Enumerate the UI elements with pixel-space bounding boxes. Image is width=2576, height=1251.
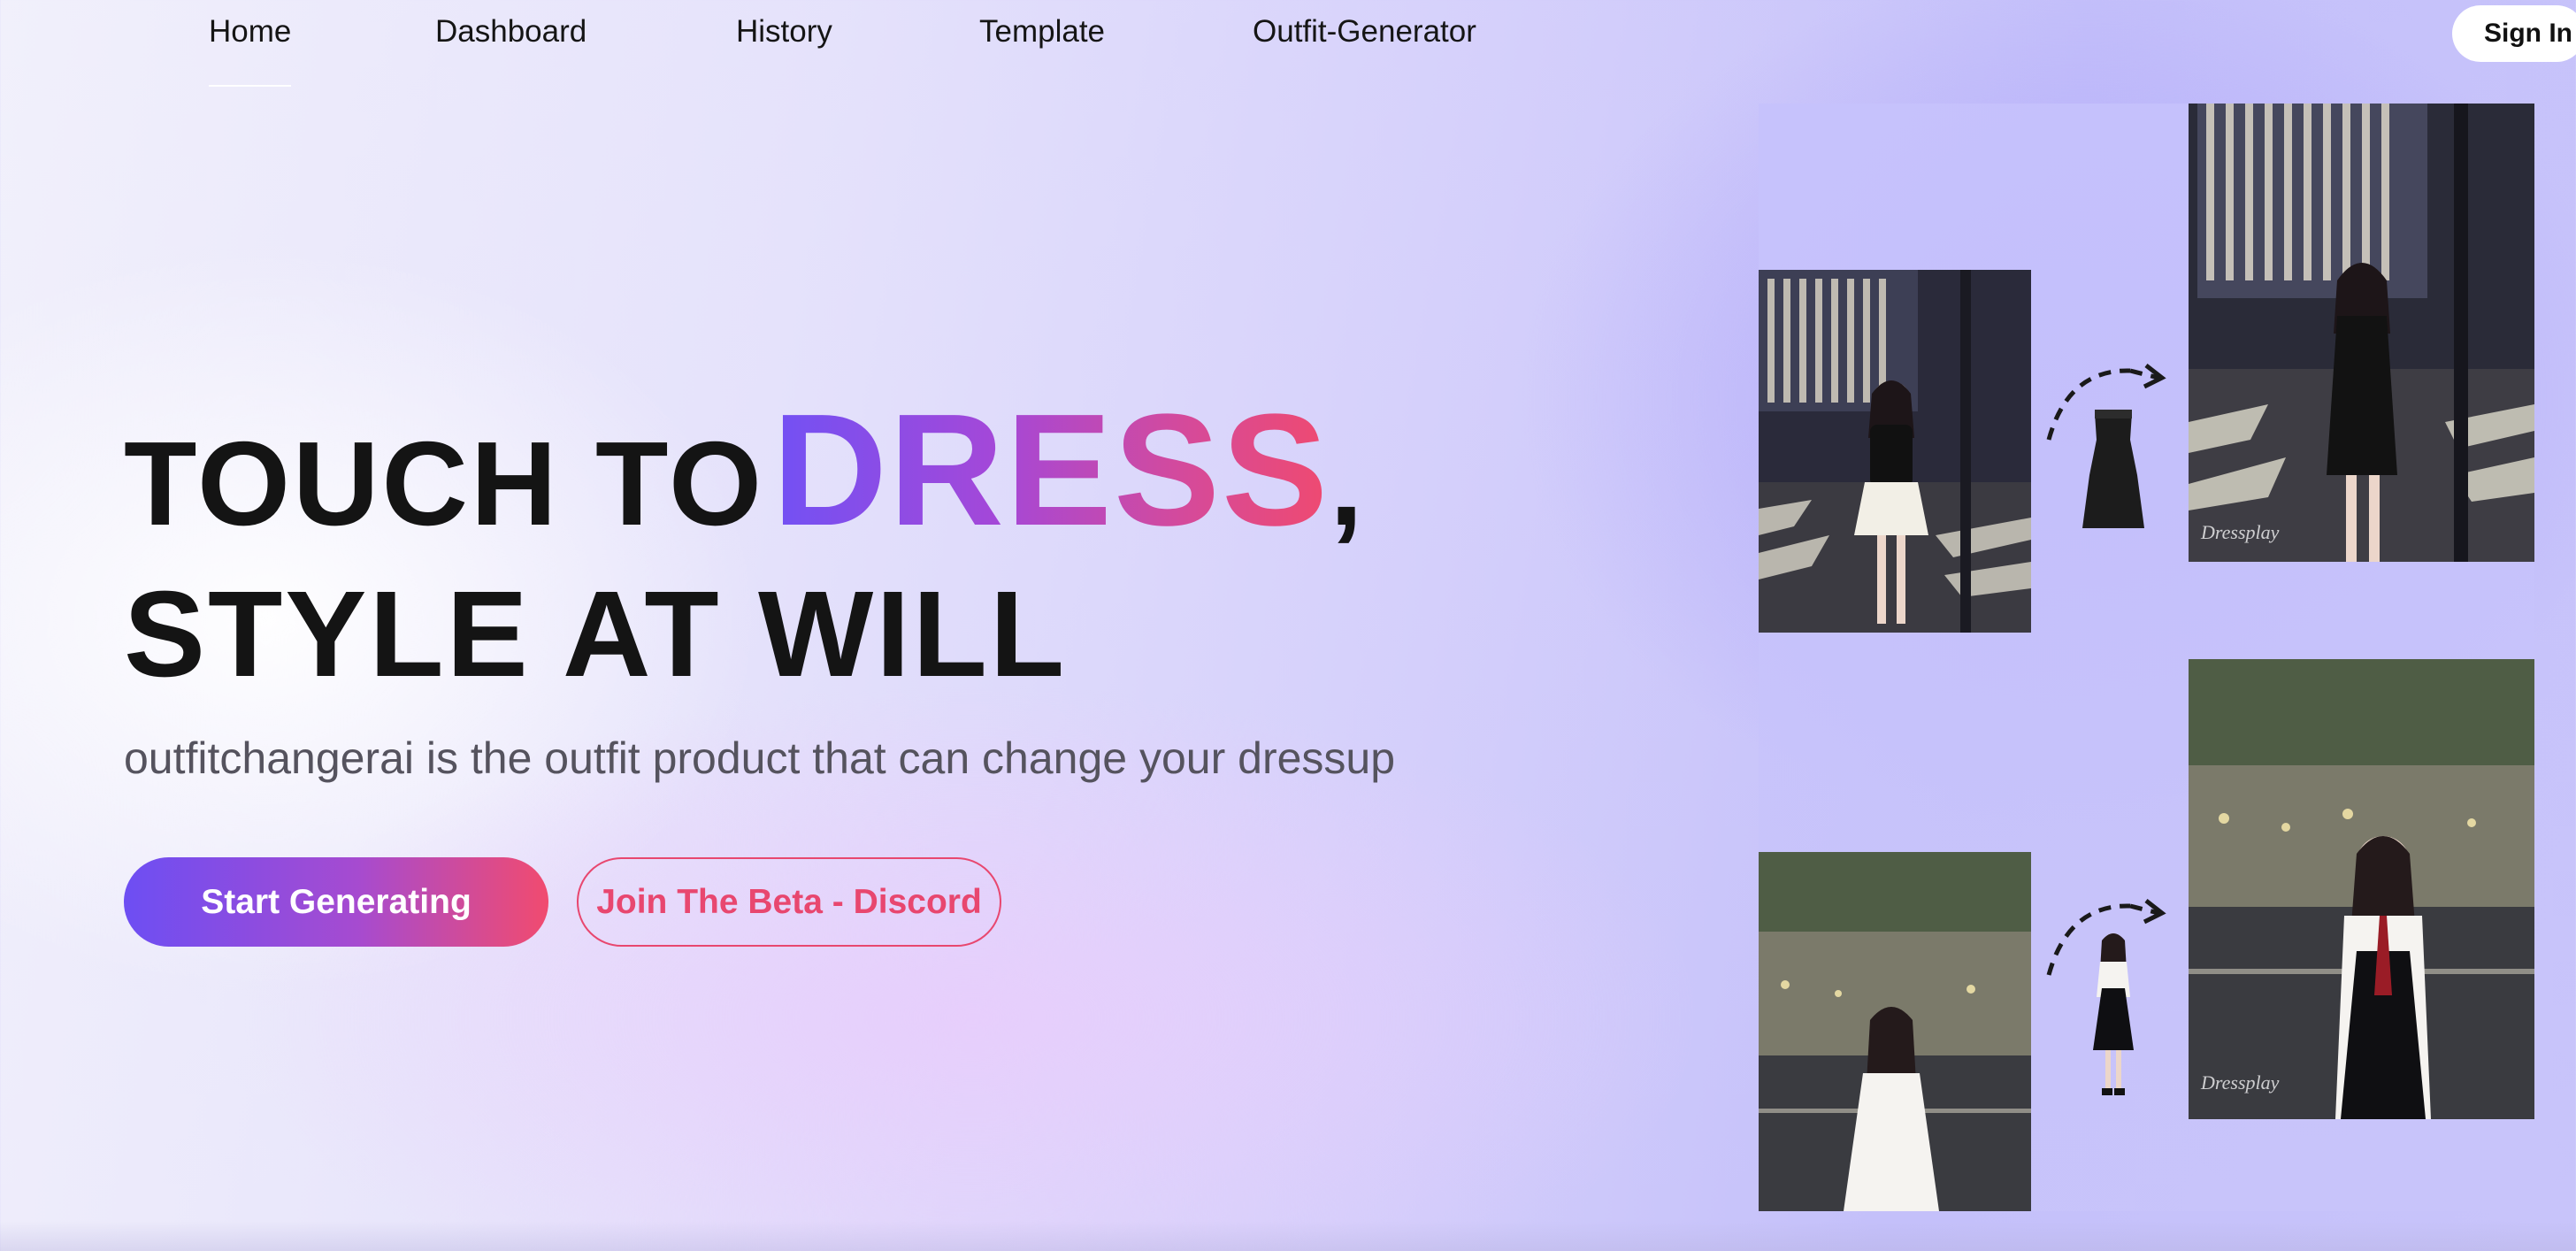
nav-outfit-generator[interactable]: Outfit-Generator xyxy=(1253,14,1476,55)
hero-title-prefix: TOUCH TO xyxy=(124,417,765,550)
example1-source-photo xyxy=(1759,270,2031,633)
hero-title-line1: TOUCH TO DRESS, xyxy=(124,391,1366,550)
example2-source-photo xyxy=(1759,852,2031,1211)
join-beta-discord-button[interactable]: Join The Beta - Discord xyxy=(577,857,1001,947)
nav-template[interactable]: Template xyxy=(979,14,1105,55)
bottom-fade xyxy=(0,1221,2576,1251)
hero-title-line2: STYLE AT WILL xyxy=(124,566,1068,702)
nav-dashboard[interactable]: Dashboard xyxy=(435,14,586,55)
nav-history[interactable]: History xyxy=(736,14,832,55)
sign-in-button[interactable]: Sign In xyxy=(2452,5,2576,62)
hero-subtitle: outfitchangerai is the outfit product th… xyxy=(124,733,1396,783)
example2-garment-image xyxy=(2082,926,2144,1103)
hero-title-highlight: DRESS xyxy=(771,381,1330,559)
start-generating-button[interactable]: Start Generating xyxy=(124,857,548,947)
example2-watermark: Dressplay xyxy=(2201,1071,2280,1094)
nav-home[interactable]: Home xyxy=(209,14,292,87)
example2-result-photo: Dressplay xyxy=(2189,659,2534,1119)
example1-garment-image xyxy=(2075,404,2151,537)
example1-watermark: Dressplay xyxy=(2201,521,2280,543)
top-navigation: Home Dashboard History Template Outfit-G… xyxy=(0,0,2576,87)
hero-title-comma: , xyxy=(1330,417,1366,550)
outfit-showcase-panel: Dressplay Dressplay xyxy=(1759,104,2534,1211)
example1-result-photo: Dressplay xyxy=(2189,104,2534,562)
